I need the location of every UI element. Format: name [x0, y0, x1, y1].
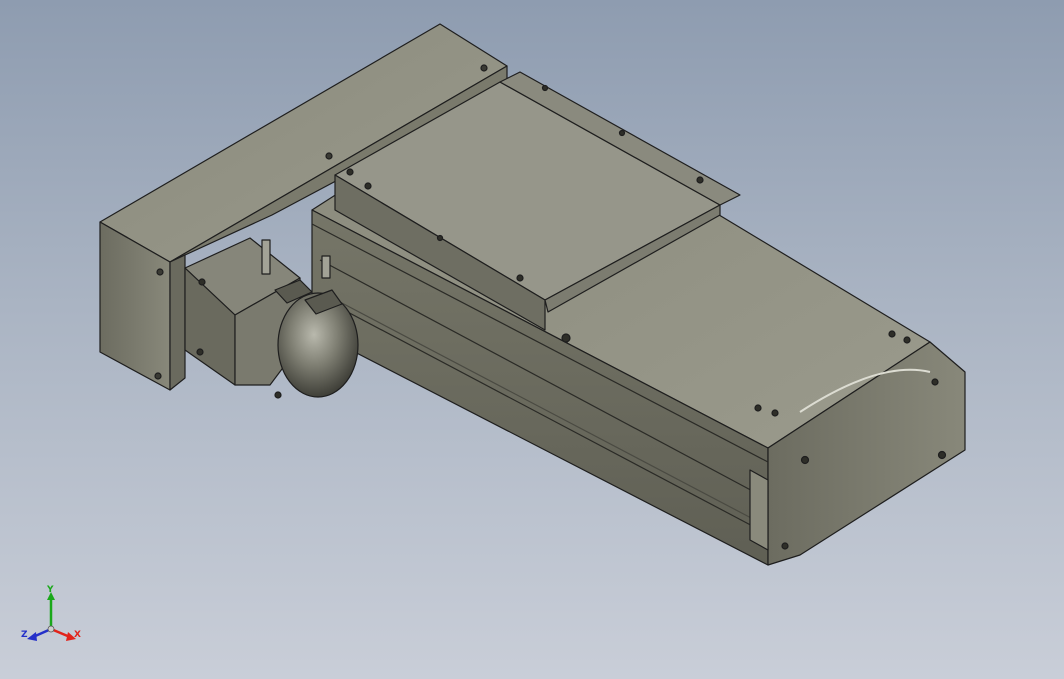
cad-model[interactable]: [0, 0, 1064, 679]
x-axis-label: X: [74, 630, 81, 640]
z-axis-label: Z: [21, 630, 28, 640]
view-orientation-triad[interactable]: Y X Z: [18, 584, 88, 654]
z-axis-arrow: [27, 632, 37, 641]
triad-origin: [47, 625, 55, 633]
graphics-viewport[interactable]: Y X Z: [0, 0, 1064, 679]
y-axis-label: Y: [46, 585, 54, 595]
